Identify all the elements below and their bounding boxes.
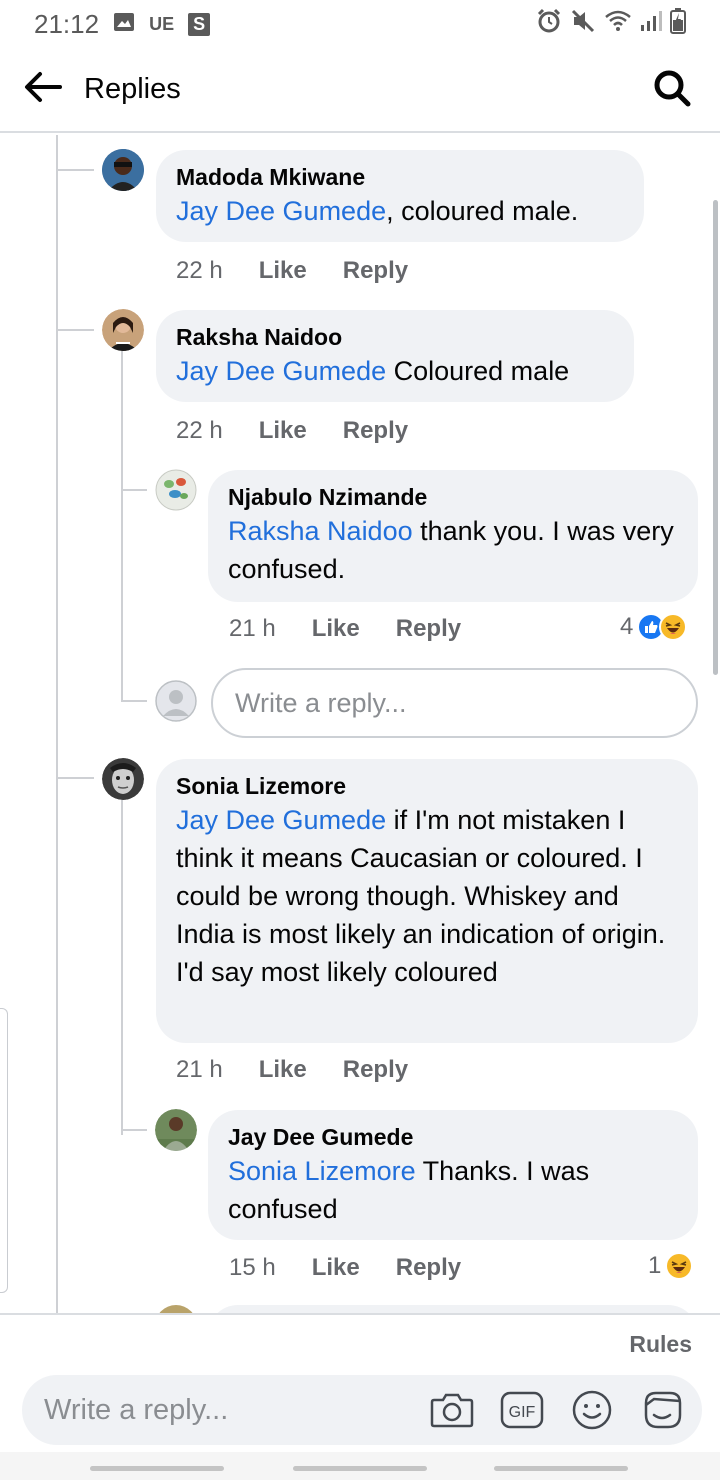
thread-connector <box>56 329 94 331</box>
reaction-count: 1 <box>648 1252 662 1279</box>
mention-link[interactable]: Raksha Naidoo <box>228 516 413 546</box>
like-button[interactable]: Like <box>259 257 307 285</box>
reply-button[interactable]: Reply <box>343 257 408 285</box>
emoji-icon[interactable] <box>568 1386 616 1434</box>
s-badge: S <box>188 12 211 36</box>
page-title: Replies <box>84 73 181 105</box>
comment-time[interactable]: 22 h <box>176 417 223 445</box>
comment-time[interactable]: 21 h <box>229 615 276 643</box>
comment-bubble[interactable]: Sonia Lizemore Jay Dee Gumede if I'm not… <box>156 759 698 1043</box>
reply-button[interactable]: Reply <box>396 1254 461 1282</box>
search-button[interactable] <box>648 66 696 114</box>
nav-recent-button[interactable] <box>90 1466 224 1471</box>
edge-panel-handle[interactable] <box>0 1008 8 1293</box>
composer-icons: GIF <box>428 1375 686 1445</box>
reply-button[interactable]: Reply <box>343 417 408 445</box>
comment-time[interactable]: 22 h <box>176 257 223 285</box>
comment-bubble[interactable]: Madoda Mkiwane Jay Dee Gumede, coloured … <box>156 150 644 242</box>
comment-actions: 22 h Like Reply <box>176 417 408 445</box>
comment-author[interactable]: Jay Dee Gumede <box>228 1122 678 1152</box>
reply-button[interactable]: Reply <box>396 615 461 643</box>
thread-line <box>121 345 123 700</box>
mention-link[interactable]: Jay Dee Gumede <box>176 356 386 386</box>
status-time: 21:12 <box>34 8 100 39</box>
mention-link[interactable]: Jay Dee Gumede <box>176 196 386 226</box>
replies-feed[interactable]: Madoda Mkiwane Jay Dee Gumede, coloured … <box>0 135 720 1313</box>
like-button[interactable]: Like <box>259 417 307 445</box>
avatar[interactable] <box>102 149 144 191</box>
reaction-summary[interactable]: 4 <box>620 613 688 641</box>
comment-author[interactable]: Madoda Mkiwane <box>176 162 624 192</box>
gif-icon[interactable]: GIF <box>498 1386 546 1434</box>
avatar[interactable] <box>155 1305 197 1313</box>
reply-input[interactable]: Write a reply... GIF <box>22 1375 702 1445</box>
comment-text: Jay Dee Gumede, coloured male. <box>176 196 579 226</box>
avatar[interactable] <box>155 1109 197 1151</box>
comment-text: Sonia Lizemore Thanks. I was confused <box>228 1156 590 1224</box>
comment-actions: 22 h Like Reply <box>176 257 408 285</box>
reaction-summary[interactable]: 1 <box>648 1252 694 1280</box>
comment-text: Jay Dee Gumede Coloured male <box>176 356 570 386</box>
like-button[interactable]: Like <box>259 1056 307 1084</box>
status-bar: 21:12 UE S <box>0 0 720 48</box>
avatar[interactable] <box>155 469 197 511</box>
reply-button[interactable]: Reply <box>343 1056 408 1084</box>
thread-connector <box>121 1129 147 1131</box>
image-icon <box>113 9 135 40</box>
mute-icon <box>570 8 596 41</box>
comment-bubble[interactable]: Njabulo Nzimande Raksha Naidoo thank you… <box>208 470 698 602</box>
thread-line <box>56 135 58 1313</box>
back-button[interactable] <box>0 47 84 132</box>
system-nav-bar <box>0 1452 720 1480</box>
inline-reply-input[interactable]: Write a reply... <box>211 668 698 738</box>
comment-actions: 21 h Like Reply <box>229 615 461 643</box>
comment-bubble[interactable]: Raksha Naidoo Jay Dee Gumede Coloured ma… <box>156 310 634 402</box>
comment-text: Jay Dee Gumede if I'm not mistaken I thi… <box>176 805 666 987</box>
nav-home-button[interactable] <box>293 1466 427 1471</box>
comment-bubble[interactable]: Jay Dee Gumede Sonia Lizemore Thanks. I … <box>208 1110 698 1240</box>
wifi-icon <box>604 9 632 40</box>
rules-link[interactable]: Rules <box>629 1331 692 1358</box>
battery-icon <box>670 7 686 41</box>
like-button[interactable]: Like <box>312 1254 360 1282</box>
signal-icon <box>640 9 662 40</box>
mention-link[interactable]: Sonia Lizemore <box>228 1156 416 1186</box>
carrier-label: UE <box>149 13 175 34</box>
gif-label: GIF <box>509 1404 536 1421</box>
like-button[interactable]: Like <box>312 615 360 643</box>
app-header: Replies <box>0 48 720 133</box>
avatar[interactable] <box>102 758 144 800</box>
reaction-count: 4 <box>620 613 634 640</box>
alarm-icon <box>536 8 562 41</box>
mention-link[interactable]: Jay Dee Gumede <box>176 805 386 835</box>
avatar[interactable] <box>102 309 144 351</box>
user-avatar <box>155 680 197 722</box>
haha-reaction-icon <box>665 1252 694 1280</box>
reply-placeholder: Write a reply... <box>44 1393 229 1426</box>
thread-connector <box>121 700 147 702</box>
comment-author[interactable]: Njabulo Nzimande <box>228 482 678 512</box>
comment-time[interactable]: 21 h <box>176 1056 223 1084</box>
comment-actions: 21 h Like Reply <box>176 1056 408 1084</box>
thread-line <box>121 795 123 1135</box>
sticker-icon[interactable] <box>638 1386 686 1434</box>
camera-icon[interactable] <box>428 1386 476 1434</box>
thread-connector <box>56 777 94 779</box>
comment-time[interactable]: 15 h <box>229 1254 276 1282</box>
nav-back-button[interactable] <box>494 1466 628 1471</box>
comment-author[interactable]: Sonia Lizemore <box>176 771 678 801</box>
haha-reaction-icon <box>659 613 688 641</box>
comment-author[interactable]: Raksha Naidoo <box>176 322 614 352</box>
comment-actions: 15 h Like Reply <box>229 1254 461 1282</box>
thread-connector <box>56 169 94 171</box>
back-arrow-icon <box>22 71 62 108</box>
thread-connector <box>121 489 147 491</box>
comment-text: Raksha Naidoo thank you. I was very conf… <box>228 516 674 584</box>
search-icon <box>653 69 691 112</box>
scrollbar[interactable] <box>713 200 718 675</box>
comment-bubble[interactable] <box>208 1305 698 1313</box>
